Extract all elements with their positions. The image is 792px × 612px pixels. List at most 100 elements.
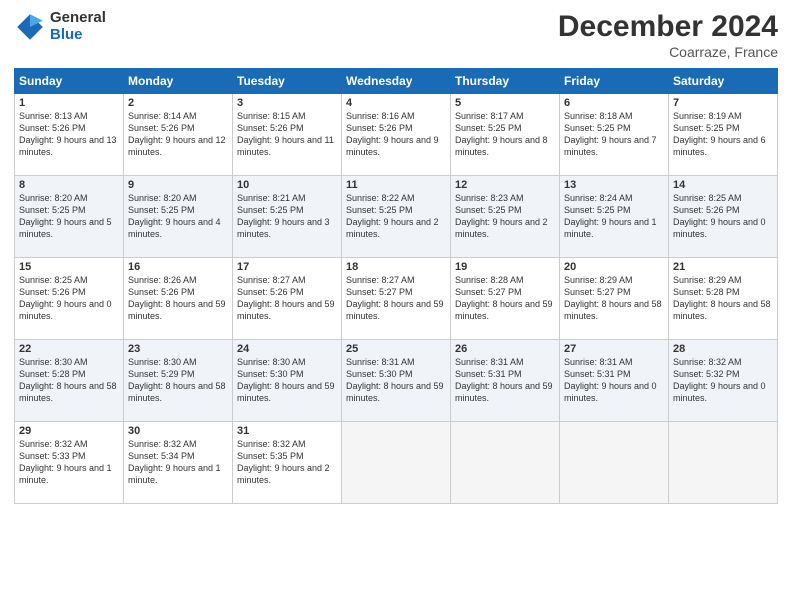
day-header-row: SundayMondayTuesdayWednesdayThursdayFrid… [15, 69, 778, 94]
day-number: 23 [128, 343, 228, 355]
day-number: 8 [19, 179, 119, 191]
week-row-4: 22Sunrise: 8:30 AMSunset: 5:28 PMDayligh… [15, 340, 778, 422]
calendar-cell: 3Sunrise: 8:15 AMSunset: 5:26 PMDaylight… [233, 94, 342, 176]
day-info: Sunrise: 8:31 AMSunset: 5:30 PMDaylight:… [346, 356, 446, 405]
calendar-cell: 12Sunrise: 8:23 AMSunset: 5:25 PMDayligh… [451, 176, 560, 258]
day-info: Sunrise: 8:32 AMSunset: 5:33 PMDaylight:… [19, 438, 119, 487]
day-number: 17 [237, 261, 337, 273]
calendar-cell: 21Sunrise: 8:29 AMSunset: 5:28 PMDayligh… [669, 258, 778, 340]
day-info: Sunrise: 8:31 AMSunset: 5:31 PMDaylight:… [455, 356, 555, 405]
day-number: 16 [128, 261, 228, 273]
calendar-cell: 4Sunrise: 8:16 AMSunset: 5:26 PMDaylight… [342, 94, 451, 176]
day-number: 2 [128, 97, 228, 109]
day-info: Sunrise: 8:29 AMSunset: 5:28 PMDaylight:… [673, 274, 773, 323]
day-info: Sunrise: 8:15 AMSunset: 5:26 PMDaylight:… [237, 110, 337, 159]
calendar-cell: 8Sunrise: 8:20 AMSunset: 5:25 PMDaylight… [15, 176, 124, 258]
calendar-cell: 5Sunrise: 8:17 AMSunset: 5:25 PMDaylight… [451, 94, 560, 176]
title-area: December 2024 Coarraze, France [558, 10, 778, 60]
calendar-cell: 15Sunrise: 8:25 AMSunset: 5:26 PMDayligh… [15, 258, 124, 340]
calendar-cell [560, 422, 669, 504]
week-row-1: 1Sunrise: 8:13 AMSunset: 5:26 PMDaylight… [15, 94, 778, 176]
day-info: Sunrise: 8:18 AMSunset: 5:25 PMDaylight:… [564, 110, 664, 159]
week-row-5: 29Sunrise: 8:32 AMSunset: 5:33 PMDayligh… [15, 422, 778, 504]
day-number: 19 [455, 261, 555, 273]
col-header-sunday: Sunday [15, 69, 124, 94]
day-number: 26 [455, 343, 555, 355]
calendar-cell: 30Sunrise: 8:32 AMSunset: 5:34 PMDayligh… [124, 422, 233, 504]
day-number: 4 [346, 97, 446, 109]
day-number: 15 [19, 261, 119, 273]
day-info: Sunrise: 8:23 AMSunset: 5:25 PMDaylight:… [455, 192, 555, 241]
header: General Blue December 2024 Coarraze, Fra… [14, 10, 778, 60]
calendar-cell: 20Sunrise: 8:29 AMSunset: 5:27 PMDayligh… [560, 258, 669, 340]
day-number: 27 [564, 343, 664, 355]
col-header-saturday: Saturday [669, 69, 778, 94]
day-info: Sunrise: 8:22 AMSunset: 5:25 PMDaylight:… [346, 192, 446, 241]
calendar-cell: 11Sunrise: 8:22 AMSunset: 5:25 PMDayligh… [342, 176, 451, 258]
day-number: 21 [673, 261, 773, 273]
day-info: Sunrise: 8:24 AMSunset: 5:25 PMDaylight:… [564, 192, 664, 241]
day-number: 1 [19, 97, 119, 109]
logo-blue-text: Blue [50, 27, 106, 44]
calendar-cell: 17Sunrise: 8:27 AMSunset: 5:26 PMDayligh… [233, 258, 342, 340]
logo-text: General Blue [50, 10, 106, 43]
day-info: Sunrise: 8:25 AMSunset: 5:26 PMDaylight:… [19, 274, 119, 323]
day-info: Sunrise: 8:21 AMSunset: 5:25 PMDaylight:… [237, 192, 337, 241]
day-info: Sunrise: 8:20 AMSunset: 5:25 PMDaylight:… [19, 192, 119, 241]
day-number: 30 [128, 425, 228, 437]
day-info: Sunrise: 8:32 AMSunset: 5:35 PMDaylight:… [237, 438, 337, 487]
day-info: Sunrise: 8:30 AMSunset: 5:30 PMDaylight:… [237, 356, 337, 405]
logo-icon [14, 11, 46, 43]
day-number: 11 [346, 179, 446, 191]
day-info: Sunrise: 8:30 AMSunset: 5:28 PMDaylight:… [19, 356, 119, 405]
calendar-cell: 2Sunrise: 8:14 AMSunset: 5:26 PMDaylight… [124, 94, 233, 176]
calendar-cell: 31Sunrise: 8:32 AMSunset: 5:35 PMDayligh… [233, 422, 342, 504]
day-info: Sunrise: 8:28 AMSunset: 5:27 PMDaylight:… [455, 274, 555, 323]
day-number: 13 [564, 179, 664, 191]
day-info: Sunrise: 8:27 AMSunset: 5:26 PMDaylight:… [237, 274, 337, 323]
day-number: 18 [346, 261, 446, 273]
calendar-cell [669, 422, 778, 504]
day-info: Sunrise: 8:29 AMSunset: 5:27 PMDaylight:… [564, 274, 664, 323]
location: Coarraze, France [558, 44, 778, 60]
calendar-cell: 25Sunrise: 8:31 AMSunset: 5:30 PMDayligh… [342, 340, 451, 422]
day-info: Sunrise: 8:16 AMSunset: 5:26 PMDaylight:… [346, 110, 446, 159]
day-info: Sunrise: 8:25 AMSunset: 5:26 PMDaylight:… [673, 192, 773, 241]
calendar-cell: 7Sunrise: 8:19 AMSunset: 5:25 PMDaylight… [669, 94, 778, 176]
day-info: Sunrise: 8:17 AMSunset: 5:25 PMDaylight:… [455, 110, 555, 159]
calendar-cell: 6Sunrise: 8:18 AMSunset: 5:25 PMDaylight… [560, 94, 669, 176]
day-number: 28 [673, 343, 773, 355]
col-header-monday: Monday [124, 69, 233, 94]
day-info: Sunrise: 8:27 AMSunset: 5:27 PMDaylight:… [346, 274, 446, 323]
calendar-cell: 22Sunrise: 8:30 AMSunset: 5:28 PMDayligh… [15, 340, 124, 422]
col-header-wednesday: Wednesday [342, 69, 451, 94]
calendar-cell: 16Sunrise: 8:26 AMSunset: 5:26 PMDayligh… [124, 258, 233, 340]
day-info: Sunrise: 8:20 AMSunset: 5:25 PMDaylight:… [128, 192, 228, 241]
calendar-cell: 13Sunrise: 8:24 AMSunset: 5:25 PMDayligh… [560, 176, 669, 258]
calendar-cell: 10Sunrise: 8:21 AMSunset: 5:25 PMDayligh… [233, 176, 342, 258]
day-info: Sunrise: 8:32 AMSunset: 5:34 PMDaylight:… [128, 438, 228, 487]
calendar-cell: 18Sunrise: 8:27 AMSunset: 5:27 PMDayligh… [342, 258, 451, 340]
calendar-cell [451, 422, 560, 504]
month-title: December 2024 [558, 10, 778, 44]
calendar-cell: 28Sunrise: 8:32 AMSunset: 5:32 PMDayligh… [669, 340, 778, 422]
day-number: 9 [128, 179, 228, 191]
day-number: 3 [237, 97, 337, 109]
week-row-3: 15Sunrise: 8:25 AMSunset: 5:26 PMDayligh… [15, 258, 778, 340]
day-number: 7 [673, 97, 773, 109]
day-info: Sunrise: 8:14 AMSunset: 5:26 PMDaylight:… [128, 110, 228, 159]
day-number: 12 [455, 179, 555, 191]
calendar-cell [342, 422, 451, 504]
logo-general-text: General [50, 10, 106, 27]
calendar: SundayMondayTuesdayWednesdayThursdayFrid… [14, 68, 778, 504]
day-number: 10 [237, 179, 337, 191]
day-number: 5 [455, 97, 555, 109]
calendar-cell: 9Sunrise: 8:20 AMSunset: 5:25 PMDaylight… [124, 176, 233, 258]
page: General Blue December 2024 Coarraze, Fra… [0, 0, 792, 612]
calendar-cell: 23Sunrise: 8:30 AMSunset: 5:29 PMDayligh… [124, 340, 233, 422]
col-header-thursday: Thursday [451, 69, 560, 94]
calendar-cell: 1Sunrise: 8:13 AMSunset: 5:26 PMDaylight… [15, 94, 124, 176]
calendar-cell: 24Sunrise: 8:30 AMSunset: 5:30 PMDayligh… [233, 340, 342, 422]
day-number: 20 [564, 261, 664, 273]
day-info: Sunrise: 8:26 AMSunset: 5:26 PMDaylight:… [128, 274, 228, 323]
